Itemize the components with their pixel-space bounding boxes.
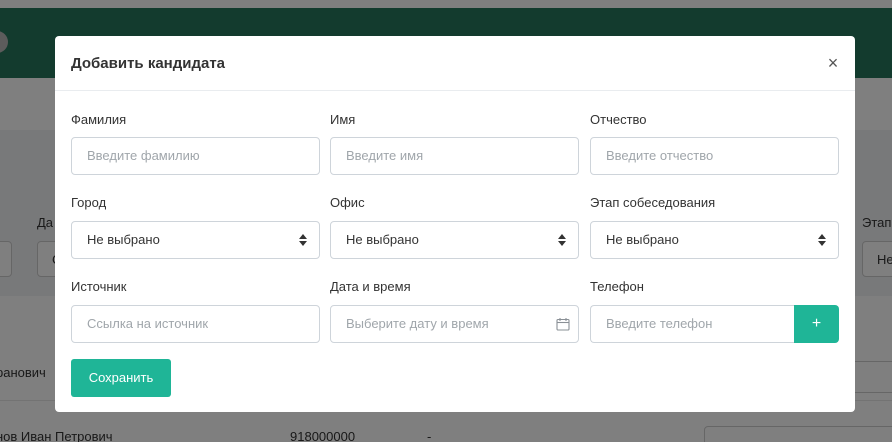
stage-select-value: Не выбрано <box>606 232 679 247</box>
close-icon[interactable]: × <box>825 53 841 73</box>
datetime-label: Дата и время <box>330 279 411 294</box>
surname-label: Фамилия <box>71 112 127 127</box>
modal-title: Добавить кандидата <box>71 55 226 72</box>
datetime-input[interactable]: Выберите дату и время <box>330 305 579 343</box>
modal-header: Добавить кандидата × <box>55 36 855 91</box>
calendar-icon[interactable] <box>556 317 570 331</box>
office-label: Офис <box>330 195 365 210</box>
patronymic-label: Отчество <box>590 112 647 127</box>
source-label: Источник <box>71 279 127 294</box>
city-label: Город <box>71 195 107 210</box>
datetime-placeholder: Выберите дату и время <box>346 316 489 331</box>
surname-input[interactable]: Введите фамилию <box>71 137 320 175</box>
name-input[interactable]: Введите имя <box>330 137 579 175</box>
sort-icon <box>299 234 307 246</box>
stage-label: Этап собеседования <box>590 195 716 210</box>
source-input[interactable]: Ссылка на источник <box>71 305 320 343</box>
city-select[interactable]: Не выбрано <box>71 221 320 259</box>
add-candidate-modal: Добавить кандидата × Фамилия Введите фам… <box>55 36 855 412</box>
city-select-value: Не выбрано <box>87 232 160 247</box>
phone-label: Телефон <box>590 279 644 294</box>
stage-select[interactable]: Не выбрано <box>590 221 839 259</box>
office-select[interactable]: Не выбрано <box>330 221 579 259</box>
phone-input[interactable]: Введите телефон <box>590 305 795 343</box>
patronymic-input[interactable]: Введите отчество <box>590 137 839 175</box>
name-label: Имя <box>330 112 356 127</box>
add-phone-button[interactable]: + <box>794 305 839 343</box>
save-button[interactable]: Сохранить <box>71 359 171 397</box>
sort-icon <box>558 234 566 246</box>
sort-icon <box>818 234 826 246</box>
office-select-value: Не выбрано <box>346 232 419 247</box>
